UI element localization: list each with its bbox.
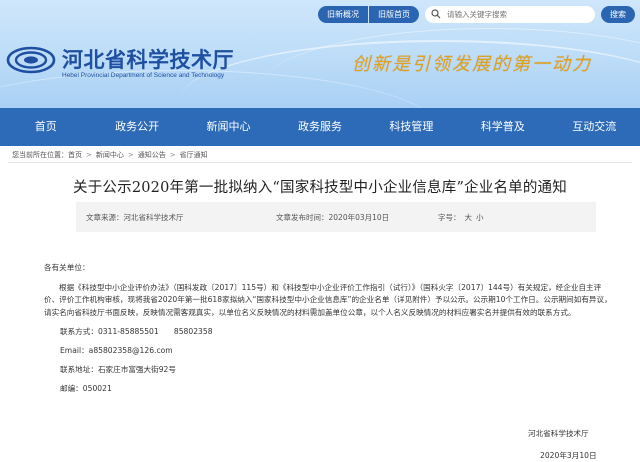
- breadcrumb-dept-notices[interactable]: 省厅通知: [180, 150, 208, 160]
- nav-item-services[interactable]: 政务服务: [274, 108, 365, 146]
- search-box[interactable]: [425, 5, 595, 23]
- breadcrumb-separator: >: [127, 151, 134, 159]
- font-size-label: 字号：: [438, 213, 461, 222]
- divider: [8, 162, 632, 163]
- nav-item-tech-management[interactable]: 科技管理: [366, 108, 457, 146]
- nav-item-home[interactable]: 首页: [0, 108, 91, 146]
- contact-address: 联系地址：石家庄市富强大街92号: [60, 365, 176, 375]
- article-title: 关于公示2020年第一批拟纳入“国家科技型中小企业信息库”企业名单的通知: [73, 180, 567, 196]
- nav-item-government-affairs[interactable]: 政务公开: [91, 108, 182, 146]
- search-button[interactable]: 搜索: [601, 5, 635, 23]
- article-source: 文章来源：河北省科学技术厅: [86, 213, 184, 222]
- contact-email: Email：a85802358@126.com: [60, 346, 173, 356]
- signature-org: 河北省科学技术厅: [528, 429, 589, 438]
- nav-item-interaction[interactable]: 互动交流: [549, 108, 640, 146]
- article-body: 各有关单位： 根据《科技型中小企业评价办法》（国科发政〔2017〕115号）和《…: [44, 262, 612, 396]
- breadcrumb-home[interactable]: 首页: [68, 150, 82, 160]
- hebei-logo-icon: [6, 46, 56, 74]
- contact-phone: 联系方式：0311-85885501 85802358: [60, 326, 213, 336]
- site-title: 河北省科学技术厅: [62, 48, 234, 72]
- salutation: 各有关单位：: [44, 263, 90, 272]
- breadcrumb-separator: >: [169, 151, 176, 159]
- header-banner: 旧新概况 旧版首页 搜索 河北省科学技术厅 Hebei Provincial D…: [0, 0, 640, 108]
- search-icon: [431, 9, 441, 19]
- site-subtitle: Hebei Provincial Department of Science a…: [62, 72, 225, 79]
- article-meta: 文章来源：河北省科学技术厅 文章发布时间：2020年03月10日 字号： 大 小: [76, 202, 596, 232]
- breadcrumb: 您当前所在位置： 首页 > 新闻中心 > 通知公告 > 省厅通知: [12, 150, 208, 160]
- font-large-button[interactable]: 大: [465, 212, 473, 223]
- old-homepage-button[interactable]: 旧版首页: [369, 5, 419, 23]
- slogan: 创新是引领发展的第一动力: [352, 54, 592, 75]
- signature-date: 2020年3月10日: [540, 451, 597, 460]
- breadcrumb-news[interactable]: 新闻中心: [96, 150, 124, 160]
- search-input[interactable]: [447, 9, 587, 19]
- nav-item-science-popularization[interactable]: 科学普及: [457, 108, 548, 146]
- contact-postcode: 邮编：050021: [60, 384, 112, 394]
- article-date: 文章发布时间：2020年03月10日: [276, 213, 390, 222]
- breadcrumb-notices[interactable]: 通知公告: [138, 150, 166, 160]
- article-paragraph: 根据《科技型中小企业评价办法》（国科发政〔2017〕115号）和《科技型中小企业…: [44, 283, 612, 317]
- breadcrumb-separator: >: [86, 151, 92, 159]
- main-nav: 首页 政务公开 新闻中心 政务服务 科技管理 科学普及 互动交流: [0, 108, 640, 146]
- contact-block: 联系方式：0311-85885501 85802358 Email：a85802…: [60, 326, 612, 396]
- font-small-button[interactable]: 小: [476, 212, 484, 223]
- overview-button[interactable]: 旧新概况: [318, 5, 368, 23]
- nav-item-news[interactable]: 新闻中心: [183, 108, 274, 146]
- font-size-control: 字号： 大 小: [438, 212, 484, 223]
- breadcrumb-prefix: 您当前所在位置：: [12, 151, 68, 159]
- top-utility-bar: 旧新概况 旧版首页 搜索: [318, 5, 636, 23]
